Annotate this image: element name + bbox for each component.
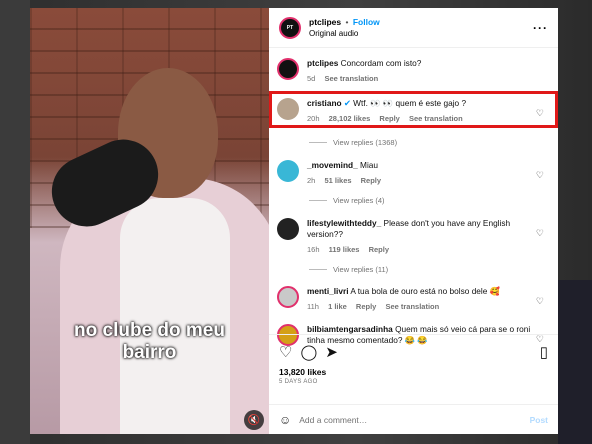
- comment-username[interactable]: bilbiamtengarsadinha: [307, 324, 393, 334]
- comment-meta: 5d See translation: [307, 73, 535, 84]
- list-item: menti_livri A tua bola de ouro está no b…: [277, 286, 550, 312]
- separator-dot: •: [345, 16, 349, 27]
- heart-icon[interactable]: ♡: [536, 228, 544, 239]
- comment-username[interactable]: ptclipes: [307, 58, 338, 68]
- replies-line: [309, 142, 327, 143]
- more-icon[interactable]: ···: [533, 21, 548, 35]
- comment-body: lifestylewithteddy_ Please don't you hav…: [307, 218, 535, 255]
- backdrop-left: [0, 0, 30, 444]
- comment-username[interactable]: _movemind_: [307, 160, 358, 170]
- list-item: _movemind_ Miau 2h 51 likes Reply ♡: [277, 160, 550, 186]
- video-caption: no clube do meu bairro: [30, 320, 269, 364]
- comment-username[interactable]: menti_livri: [307, 286, 349, 296]
- audio-label[interactable]: Original audio: [309, 28, 380, 40]
- comments-list[interactable]: ptclipes Concordam com isto? 5d See tran…: [269, 48, 558, 346]
- caption-line-2: bairro: [122, 342, 177, 363]
- avatar[interactable]: [277, 286, 299, 308]
- comment-username[interactable]: lifestylewithteddy_: [307, 218, 381, 228]
- comment-likes[interactable]: 28,102 likes: [329, 114, 371, 123]
- comment-likes[interactable]: 1 like: [328, 302, 347, 311]
- post-header: PT ptclipes • Follow Original audio ···: [269, 8, 558, 48]
- heart-icon[interactable]: ♡: [279, 343, 292, 361]
- comment-time[interactable]: 11h: [307, 302, 319, 311]
- comment-likes[interactable]: 119 likes: [329, 245, 360, 254]
- view-replies-button[interactable]: View replies (4): [309, 196, 385, 205]
- see-translation-link[interactable]: See translation: [409, 114, 463, 123]
- view-replies-button[interactable]: View replies (11): [309, 265, 388, 274]
- heart-icon[interactable]: ♡: [536, 108, 544, 119]
- comment-time[interactable]: 2h: [307, 176, 315, 185]
- comment-meta: 20h 28,102 likes Reply See translation: [307, 113, 535, 124]
- view-replies-label: View replies (4): [333, 196, 385, 205]
- comment-body: menti_livri A tua bola de ouro está no b…: [307, 286, 535, 312]
- comment-likes[interactable]: 51 likes: [324, 176, 351, 185]
- view-replies-label: View replies (11): [333, 265, 389, 274]
- comment-time[interactable]: 5d: [307, 74, 315, 83]
- avatar[interactable]: [277, 160, 299, 182]
- comment-meta: 16h 119 likes Reply: [307, 244, 535, 255]
- avatar[interactable]: [277, 98, 299, 120]
- add-comment-bar: ☺ Add a comment… Post: [269, 404, 558, 434]
- comment-meta: 11h 1 like Reply See translation: [307, 301, 535, 312]
- share-icon[interactable]: ➤: [325, 343, 338, 361]
- comment-text: Wtf. 👀 👀 quem é este gajo ?: [353, 98, 467, 108]
- caption-line-1: no clube do meu: [74, 320, 225, 341]
- see-translation-link[interactable]: See translation: [385, 302, 439, 311]
- post-date: 5 DAYS AGO: [279, 379, 318, 385]
- replies-line: [309, 269, 327, 270]
- header-username[interactable]: ptclipes: [309, 17, 341, 27]
- post-panel: PT ptclipes • Follow Original audio ··· …: [269, 8, 558, 434]
- reply-button[interactable]: Reply: [361, 176, 381, 185]
- comment-text: A tua bola de ouro está no bolso dele 🥰: [350, 286, 501, 296]
- post-likes[interactable]: 13,820 likes: [279, 367, 548, 377]
- comment-time[interactable]: 20h: [307, 114, 320, 123]
- post-modal: no clube do meu bairro 🔇 PT ptclipes • F…: [30, 8, 558, 434]
- header-text: ptclipes • Follow Original audio: [309, 16, 380, 40]
- comment-username[interactable]: cristiano: [307, 98, 342, 108]
- replies-line: [309, 200, 327, 201]
- reply-button[interactable]: Reply: [356, 302, 376, 311]
- comment-body: cristiano ✔ Wtf. 👀 👀 quem é este gajo ? …: [307, 98, 535, 124]
- action-icons: ♡ ◯ ➤ ▯: [279, 341, 548, 363]
- comment-body: _movemind_ Miau 2h 51 likes Reply: [307, 160, 535, 186]
- heart-icon[interactable]: ♡: [536, 296, 544, 307]
- comment-input[interactable]: Add a comment…: [299, 415, 367, 425]
- save-icon[interactable]: ▯: [540, 343, 548, 361]
- comment-text: Concordam com isto?: [340, 58, 422, 68]
- list-item: ptclipes Concordam com isto? 5d See tran…: [277, 58, 550, 84]
- comment-text: Miau: [360, 160, 379, 170]
- comment-meta: 2h 51 likes Reply: [307, 175, 535, 186]
- comment-body: ptclipes Concordam com isto? 5d See tran…: [307, 58, 535, 84]
- heart-icon[interactable]: ♡: [536, 170, 544, 181]
- post-button[interactable]: Post: [530, 415, 548, 425]
- emoji-icon[interactable]: ☺: [279, 413, 291, 427]
- post-actions: ♡ ◯ ➤ ▯ 13,820 likes 5 DAYS AGO: [269, 334, 558, 404]
- mute-icon[interactable]: 🔇: [244, 410, 264, 430]
- backdrop-right: [558, 280, 592, 444]
- person-shirt: [120, 198, 230, 434]
- avatar[interactable]: [277, 58, 299, 80]
- avatar[interactable]: PT: [279, 16, 301, 39]
- view-replies-label: View replies (1368): [333, 138, 398, 147]
- comment-icon[interactable]: ◯: [300, 343, 317, 361]
- reply-button[interactable]: Reply: [379, 114, 399, 123]
- follow-button[interactable]: Follow: [353, 17, 380, 27]
- video-player[interactable]: no clube do meu bairro 🔇: [30, 8, 269, 434]
- reply-button[interactable]: Reply: [369, 245, 389, 254]
- comment-time[interactable]: 16h: [307, 245, 320, 254]
- avatar[interactable]: [277, 218, 299, 240]
- see-translation-link[interactable]: See translation: [324, 74, 378, 83]
- verified-icon: ✔: [343, 98, 351, 108]
- list-item: cristiano ✔ Wtf. 👀 👀 quem é este gajo ? …: [277, 98, 550, 124]
- list-item: lifestylewithteddy_ Please don't you hav…: [277, 218, 550, 255]
- view-replies-button[interactable]: View replies (1368): [309, 138, 397, 147]
